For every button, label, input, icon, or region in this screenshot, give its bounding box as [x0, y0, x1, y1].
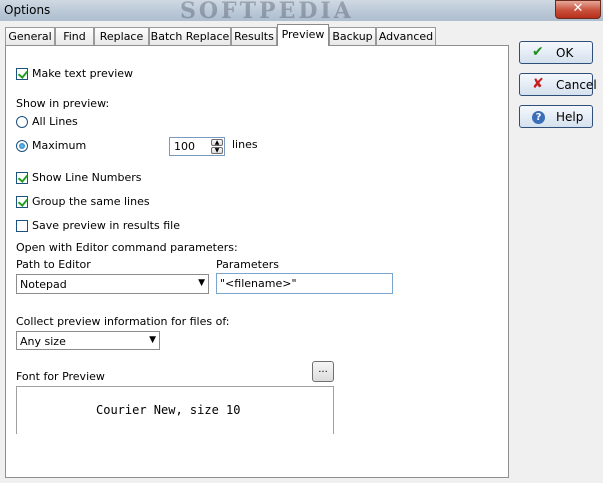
title-bar: Options SOFTPEDIA ✕	[0, 0, 603, 24]
spin-down-icon[interactable]: ▼	[211, 147, 223, 154]
checkmark-icon: ✔	[532, 44, 544, 60]
cancel-button[interactable]: ✘ Cancel	[519, 73, 597, 96]
path-to-editor-value: Notepad	[20, 278, 67, 291]
tab-preview[interactable]: Preview	[277, 24, 329, 46]
save-preview-label: Save preview in results file	[32, 219, 180, 232]
show-line-numbers-checkbox[interactable]	[16, 172, 28, 184]
tab-find[interactable]: Find	[55, 27, 94, 45]
lines-label: lines	[232, 138, 258, 151]
font-sample: Courier New, size 10	[96, 403, 241, 417]
ok-button[interactable]: ✔ OK	[519, 41, 593, 64]
preview-panel: Make text preview Show in preview: All L…	[5, 45, 509, 478]
maximum-label: Maximum	[32, 139, 87, 152]
parameters-input[interactable]: "<filename>"	[216, 273, 393, 294]
help-button[interactable]: ? Help	[519, 105, 593, 128]
tab-batch-replace[interactable]: Batch Replace	[149, 27, 231, 45]
ok-label: OK	[556, 46, 574, 60]
maximum-radio[interactable]	[16, 140, 28, 152]
tab-results[interactable]: Results	[231, 27, 277, 45]
parameters-value: "<filename>"	[220, 277, 297, 290]
tab-backup[interactable]: Backup	[329, 27, 376, 45]
help-label: Help	[556, 110, 584, 124]
chevron-down-icon: ▼	[149, 335, 156, 345]
make-text-preview-checkbox[interactable]	[16, 68, 28, 80]
spin-up-icon[interactable]: ▲	[211, 139, 223, 146]
tab-replace[interactable]: Replace	[94, 27, 149, 45]
all-lines-radio[interactable]	[16, 116, 28, 128]
open-with-editor-label: Open with Editor command parameters:	[16, 241, 238, 254]
help-icon: ?	[532, 109, 545, 124]
collect-info-label: Collect preview information for files of…	[16, 315, 230, 328]
tab-advanced[interactable]: Advanced	[376, 27, 436, 45]
max-lines-spinner[interactable]: 100 ▲ ▼	[169, 137, 225, 156]
font-preview-box: Courier New, size 10	[16, 386, 334, 434]
cancel-label: Cancel	[556, 78, 597, 92]
save-preview-checkbox[interactable]	[16, 220, 28, 232]
window-title: Options	[4, 3, 51, 17]
collect-info-select[interactable]: Any size ▼	[16, 331, 160, 350]
close-button[interactable]: ✕	[555, 0, 601, 19]
show-in-preview-label: Show in preview:	[16, 97, 110, 110]
tab-general[interactable]: General	[5, 27, 55, 45]
font-for-preview-label: Font for Preview	[16, 370, 105, 383]
group-same-lines-label: Group the same lines	[32, 195, 150, 208]
font-browse-button[interactable]: ...	[312, 361, 334, 382]
group-same-lines-checkbox[interactable]	[16, 196, 28, 208]
x-icon: ✘	[532, 76, 544, 92]
all-lines-label: All Lines	[32, 115, 78, 128]
max-lines-value: 100	[174, 140, 195, 153]
make-text-preview-label: Make text preview	[32, 67, 134, 80]
show-line-numbers-label: Show Line Numbers	[32, 171, 142, 184]
collect-info-value: Any size	[20, 335, 66, 348]
path-to-editor-select[interactable]: Notepad ▼	[16, 274, 209, 294]
softpedia-watermark: SOFTPEDIA	[180, 0, 354, 24]
path-to-editor-label: Path to Editor	[16, 258, 91, 271]
chevron-down-icon: ▼	[198, 278, 205, 288]
parameters-label: Parameters	[216, 258, 279, 271]
